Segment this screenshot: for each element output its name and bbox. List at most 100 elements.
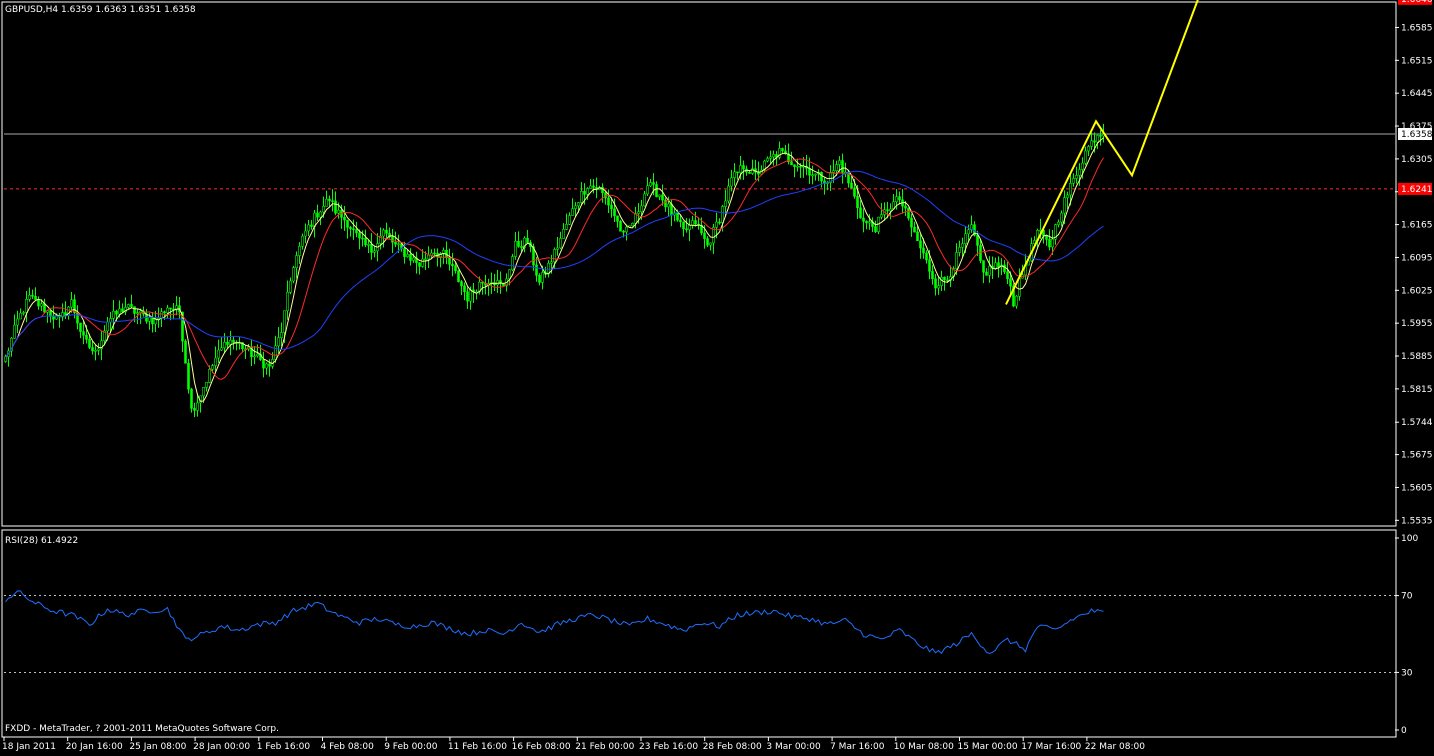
candle-body [1063,197,1066,214]
candle-body [661,194,664,201]
x-tick-label: 20 Jan 16:00 [66,742,123,752]
candle-body [70,299,73,308]
candle-body [793,164,796,167]
candle-body [772,154,775,158]
candle-body [676,212,679,221]
candle-body [367,244,370,246]
candle-body [337,210,340,214]
candle-body [421,258,424,267]
candle-body [112,310,115,319]
candle-body [298,245,301,256]
candle-body [610,204,613,210]
x-tick-label: 22 Mar 08:00 [1085,742,1145,752]
rsi-tick-label: 0 [1401,726,1407,736]
x-tick-label: 28 Jan 00:00 [193,742,250,752]
candle-body [1072,178,1075,184]
y-tick-label: 1.5955 [1401,319,1433,329]
y-tick-label: 1.5675 [1401,451,1433,461]
candle-body [511,256,514,271]
x-tick-label: 9 Feb 00:00 [384,742,438,752]
candle-body [202,387,205,397]
candle-body [1057,221,1060,225]
candle-body [286,291,289,312]
candle-body [253,355,256,358]
candle-body [946,279,949,282]
candle-body [637,211,640,214]
candle-body [940,276,943,286]
candle-body [418,262,421,267]
price-label-current: 1.6358 [1401,130,1433,140]
candle-body [148,317,151,322]
candle-body [919,240,922,249]
candle-body [163,311,166,314]
candle-body [571,208,574,216]
candle-body [820,172,823,182]
candle-body [190,388,193,409]
candle-body [52,316,55,320]
candle-body [838,160,841,165]
candle-body [742,165,745,170]
candle-body [25,298,28,313]
candle-body [865,221,868,224]
candle-body [691,220,694,226]
candle-body [718,221,721,224]
candle-body [217,349,220,359]
candle-body [679,219,682,223]
candle-body [904,205,907,209]
candle-body [226,341,229,345]
y-tick-label: 1.6515 [1401,56,1433,66]
x-tick-label: 1 Feb 16:00 [257,742,311,752]
candle-body [403,248,406,257]
candle-body [703,232,706,239]
candle-body [658,194,661,197]
candle-body [322,206,325,213]
x-tick-label: 18 Jan 2011 [2,742,56,752]
rsi-panel-frame [1,529,1397,738]
chart-svg: 1.65851.65151.64451.63751.63051.62351.61… [1,0,1433,752]
candle-body [265,363,268,369]
candle-body [373,250,376,253]
candle-body [577,202,580,207]
candle-body [427,254,430,260]
price-label-resistance-top: 1.6646 [1401,0,1433,5]
candle-body [37,299,40,307]
candle-body [118,308,121,315]
candle-body [214,357,217,366]
candle-body [733,171,736,178]
candle-body [205,382,208,388]
candle-body [724,200,727,207]
main-header-text: GBPUSD,H4 1.6359 1.6363 1.6351 1.6358 [5,5,196,15]
candle-body [721,206,724,223]
candle-body [568,215,571,225]
candle-body [907,207,910,219]
candle-body [466,291,469,302]
candle-body [796,165,799,168]
candle-body [304,230,307,237]
candle-body [130,304,133,307]
y-tick-label: 1.6025 [1401,286,1433,296]
candle-body [835,164,838,171]
candle-body [556,247,559,250]
y-tick-label: 1.5815 [1401,385,1433,395]
candle-body [526,237,529,243]
candle-body [364,237,367,246]
candle-body [256,353,259,357]
x-tick-label: 4 Feb 08:00 [321,742,375,752]
candle-body [292,267,295,282]
candle-body [541,272,544,283]
candle-body [586,188,589,195]
candle-body [643,193,646,207]
candles-group [4,123,1105,418]
candle-body [928,259,931,272]
candle-body [811,174,814,177]
candle-body [862,217,865,222]
candle-body [76,312,79,324]
candle-body [355,229,358,234]
candle-body [895,196,898,203]
candle-body [28,294,31,300]
candle-body [646,185,649,195]
candle-body [955,252,958,269]
candle-body [88,338,91,348]
rsi-tick-label: 70 [1401,592,1413,602]
candle-body [649,182,652,187]
